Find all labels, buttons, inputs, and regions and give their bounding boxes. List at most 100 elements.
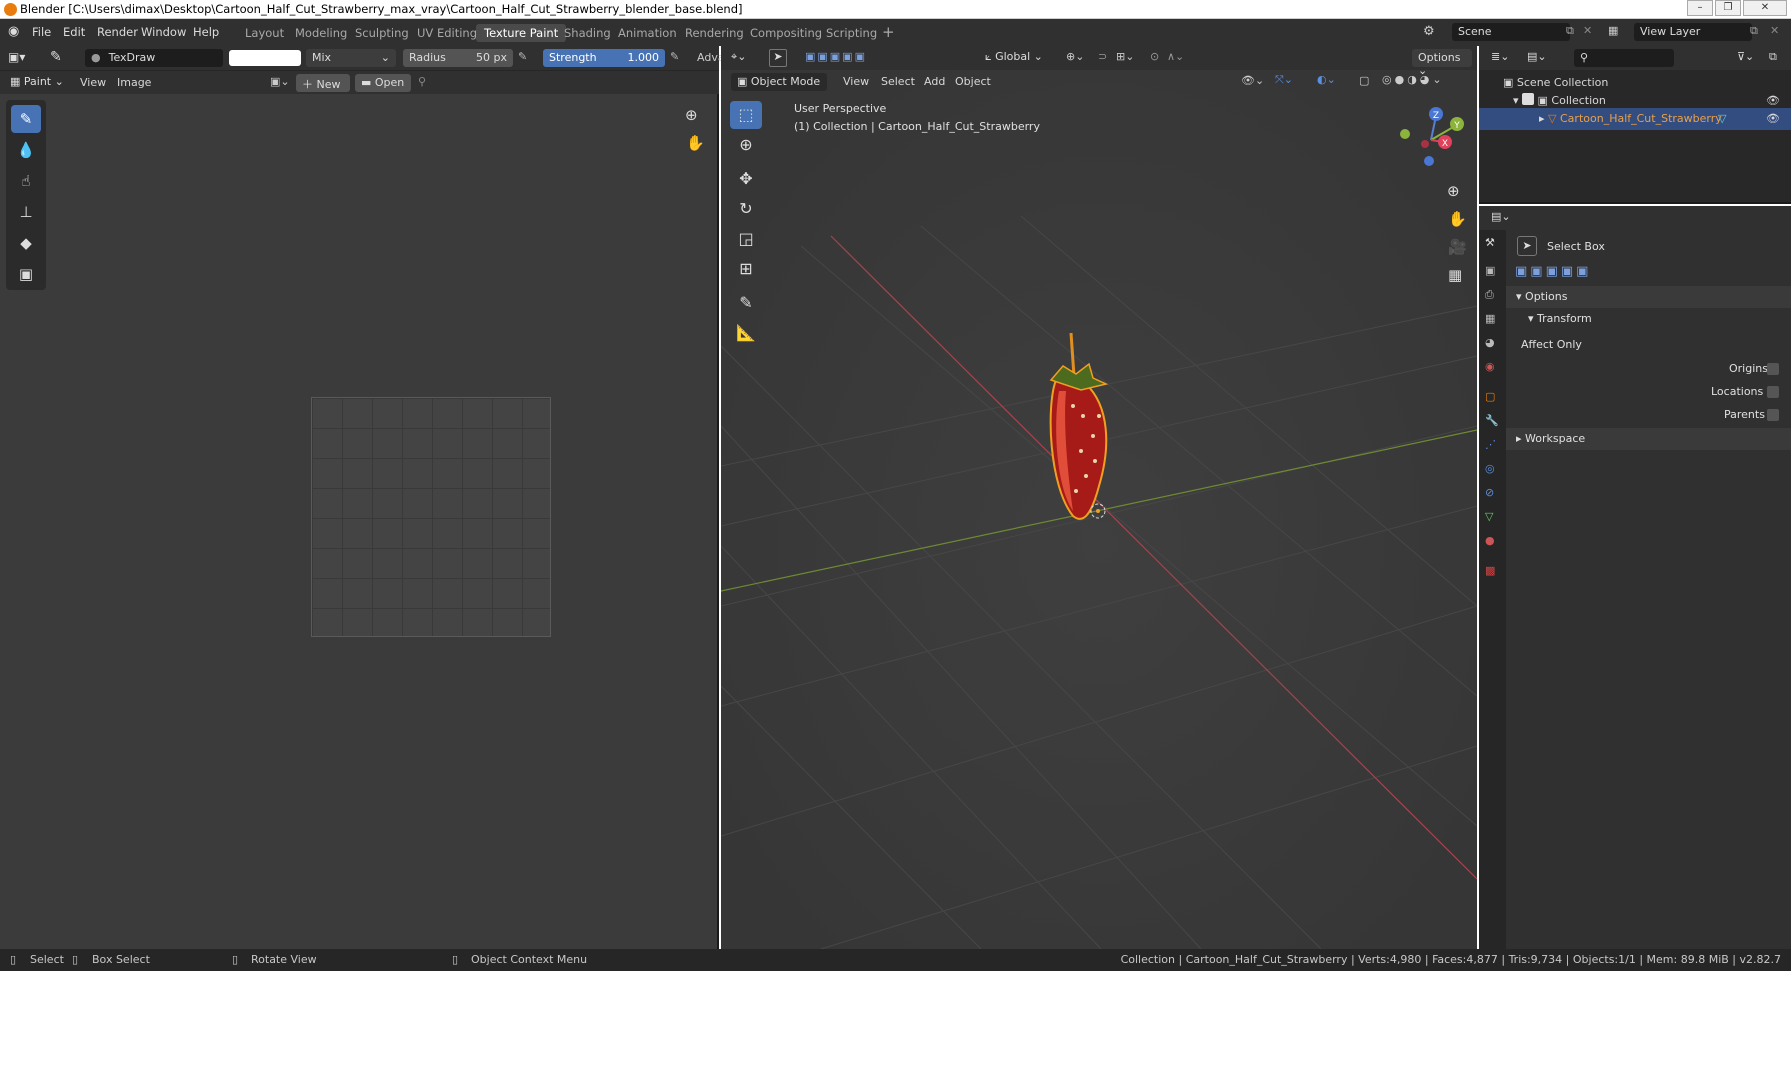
- tab-rendering[interactable]: Rendering: [677, 24, 752, 42]
- snap-icon[interactable]: ⊃: [1098, 50, 1107, 63]
- data-tab-icon[interactable]: ▽: [1485, 510, 1493, 523]
- smear-tool-icon[interactable]: ☝: [11, 167, 41, 195]
- menu-help[interactable]: Help: [193, 25, 219, 39]
- remove-view-layer-icon[interactable]: ✕: [1770, 24, 1779, 37]
- gizmo-toggle-icon[interactable]: ⤧⌄: [1275, 73, 1293, 87]
- viewport-pan-icon[interactable]: ✋: [1448, 210, 1467, 228]
- transform-tool-icon[interactable]: ⊞: [730, 255, 762, 283]
- blend-mode-dropdown[interactable]: Mix ⌄: [306, 49, 396, 67]
- properties-editor-type-icon[interactable]: ▤⌄: [1491, 210, 1511, 223]
- brush-icon[interactable]: ✎: [50, 49, 62, 65]
- orientation-dropdown[interactable]: ⟀ Global ⌄: [985, 50, 1043, 64]
- transform-subpanel-header[interactable]: ▾ Transform: [1506, 308, 1791, 330]
- viewport-editor-type-icon[interactable]: ⌖⌄: [731, 50, 746, 64]
- menu-window[interactable]: Window: [141, 25, 186, 39]
- visibility-icon[interactable]: 👁⌄: [1241, 74, 1264, 87]
- select-mode-icons[interactable]: ▣▣▣▣▣: [1515, 264, 1591, 279]
- select-cursor-icon[interactable]: ➤: [769, 49, 787, 67]
- tab-texture-paint[interactable]: Texture Paint: [476, 24, 567, 42]
- 3d-viewport[interactable]: ⌖⌄ ➤ ▣▣▣▣▣ ⟀ Global ⌄ ⊕⌄ ⊃ ⊞⌄ ⊙ ∧⌄ Optio…: [721, 46, 1477, 949]
- object-tab-icon[interactable]: ▢: [1485, 390, 1495, 403]
- collection-checkbox[interactable]: [1522, 93, 1535, 105]
- brush-name-field[interactable]: ● TexDraw: [85, 49, 223, 67]
- radius-field[interactable]: Radius 50 px: [403, 49, 513, 67]
- strength-field[interactable]: Strength 1.000: [543, 49, 665, 67]
- workspace-panel-header[interactable]: ▸ Workspace: [1506, 428, 1791, 450]
- tab-animation[interactable]: Animation: [610, 24, 685, 42]
- move-tool-icon[interactable]: ✥: [730, 165, 762, 193]
- perspective-toggle-icon[interactable]: ▦: [1448, 266, 1462, 284]
- menu-view[interactable]: View: [80, 76, 106, 89]
- tab-layout[interactable]: Layout: [237, 24, 292, 42]
- select-box-tool-icon[interactable]: ⬚: [730, 101, 762, 129]
- measure-tool-icon[interactable]: 📐: [730, 319, 762, 347]
- menu-file[interactable]: File: [32, 25, 51, 39]
- open-image-button[interactable]: ▬ Open: [355, 74, 411, 92]
- view-layer-tab-icon[interactable]: ▦: [1485, 312, 1495, 325]
- particles-tab-icon[interactable]: ⋰: [1485, 438, 1496, 451]
- soften-tool-icon[interactable]: 💧: [11, 136, 41, 164]
- options-panel-header[interactable]: ▾ Options: [1506, 286, 1791, 308]
- tab-modeling[interactable]: Modeling: [287, 24, 355, 42]
- mask-tool-icon[interactable]: ▣: [11, 260, 41, 288]
- proportional-edit-icon[interactable]: ⊙: [1150, 50, 1159, 63]
- rotate-tool-icon[interactable]: ↻: [730, 195, 762, 223]
- camera-view-icon[interactable]: 🎥: [1448, 238, 1467, 256]
- snap-target-icon[interactable]: ⊞⌄: [1116, 50, 1134, 63]
- pivot-icon[interactable]: ⊕⌄: [1066, 50, 1084, 63]
- uv-grid[interactable]: [311, 397, 551, 637]
- locations-checkbox[interactable]: [1767, 386, 1779, 398]
- menu-edit[interactable]: Edit: [63, 25, 85, 39]
- image-browse-icon[interactable]: ▣⌄: [270, 75, 290, 88]
- color-swatch[interactable]: [229, 50, 301, 66]
- constraints-tab-icon[interactable]: ⊘: [1485, 486, 1494, 499]
- material-tab-icon[interactable]: ●: [1485, 534, 1495, 547]
- scale-tool-icon[interactable]: ◲: [730, 225, 762, 253]
- viewport-menu-view[interactable]: View: [843, 75, 869, 88]
- viewport-zoom-icon[interactable]: ⊕: [1447, 182, 1460, 200]
- tab-uv-editing[interactable]: UV Editing: [409, 24, 485, 42]
- zoom-icon[interactable]: ⊕: [685, 106, 698, 124]
- mesh-data-icon[interactable]: ▽: [1718, 108, 1726, 130]
- scene-icon[interactable]: ⚙: [1423, 24, 1435, 39]
- shading-mode-icons[interactable]: ◎●◑◕⌄: [1382, 73, 1445, 86]
- display-mode-icon[interactable]: ▤⌄: [1527, 50, 1547, 63]
- view-layer-icon[interactable]: ▦: [1608, 24, 1618, 37]
- outliner-row-object[interactable]: ▸ ▽ Cartoon_Half_Cut_Strawberry ▽ 👁: [1479, 108, 1791, 130]
- options-dropdown[interactable]: Options ⌄: [1412, 49, 1472, 77]
- add-workspace-icon[interactable]: +: [882, 23, 895, 41]
- selection-mode-icons[interactable]: ▣▣▣▣▣: [805, 50, 867, 63]
- modifier-tab-icon[interactable]: 🔧: [1485, 414, 1499, 427]
- editor-type-icon[interactable]: ▣▾: [8, 50, 25, 64]
- paint-mode-dropdown[interactable]: ▦ Paint ⌄: [10, 75, 64, 88]
- viewport-menu-object[interactable]: Object: [955, 75, 991, 88]
- tool-tab-icon[interactable]: ⚒: [1485, 236, 1495, 249]
- close-icon[interactable]: ✕: [1743, 0, 1787, 16]
- remove-scene-icon[interactable]: ✕: [1583, 24, 1592, 37]
- blender-menu-icon[interactable]: ◉: [8, 24, 24, 40]
- parents-checkbox[interactable]: [1767, 409, 1779, 421]
- new-scene-icon[interactable]: ⧉: [1566, 24, 1574, 38]
- filter-icon[interactable]: ⊽⌄: [1737, 50, 1754, 63]
- object-eye-icon[interactable]: 👁: [1766, 108, 1780, 130]
- world-tab-icon[interactable]: ◉: [1485, 360, 1495, 373]
- viewport-menu-select[interactable]: Select: [881, 75, 915, 88]
- tab-scripting[interactable]: Scripting: [818, 24, 885, 42]
- scene-field[interactable]: Scene: [1452, 23, 1570, 41]
- fill-tool-icon[interactable]: ◆: [11, 229, 41, 257]
- pan-hand-icon[interactable]: ✋: [686, 134, 705, 152]
- origins-checkbox[interactable]: [1767, 363, 1779, 375]
- outliner-editor-type-icon[interactable]: ≣⌄: [1491, 50, 1509, 63]
- render-tab-icon[interactable]: ▣: [1485, 264, 1495, 277]
- view-layer-field[interactable]: View Layer: [1634, 23, 1752, 41]
- minimize-icon[interactable]: –: [1687, 0, 1713, 16]
- tab-sculpting[interactable]: Sculpting: [347, 24, 417, 42]
- falloff-icon[interactable]: ∧⌄: [1167, 50, 1184, 63]
- new-view-layer-icon[interactable]: ⧉: [1750, 24, 1758, 38]
- object-mode-dropdown[interactable]: ▣ Object Mode: [731, 73, 827, 91]
- physics-tab-icon[interactable]: ◎: [1485, 462, 1495, 475]
- scene-tab-icon[interactable]: ◕: [1485, 336, 1495, 349]
- annotate-tool-icon[interactable]: ✎: [730, 289, 762, 317]
- pressure-icon[interactable]: ✎: [518, 50, 527, 63]
- menu-image[interactable]: Image: [117, 76, 151, 89]
